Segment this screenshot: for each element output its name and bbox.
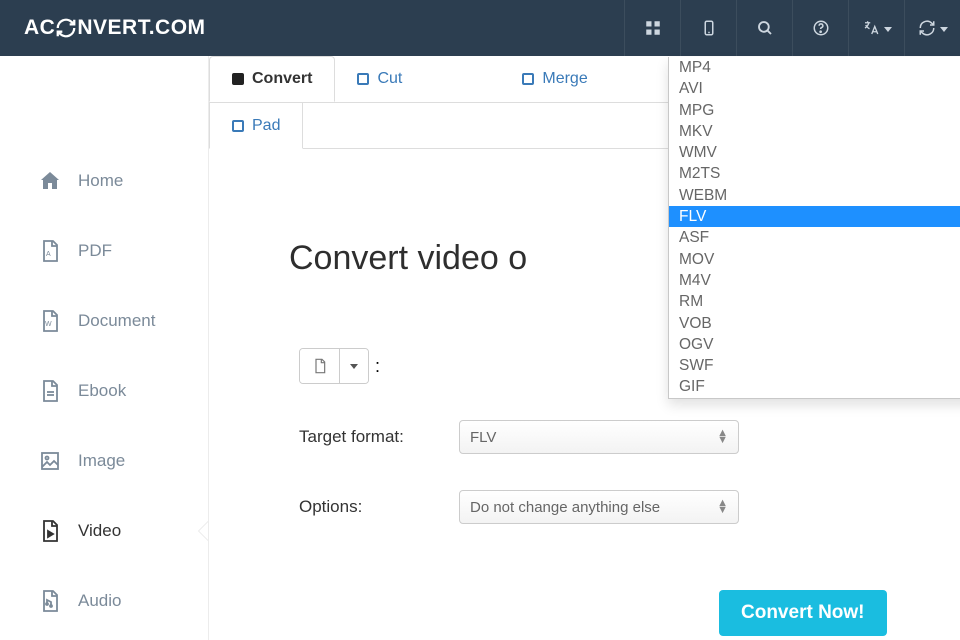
grid-icon[interactable] xyxy=(624,0,680,56)
sidebar-item-document[interactable]: W Document xyxy=(0,286,208,356)
format-option-mov[interactable]: MOV xyxy=(669,249,960,270)
options-row: Options: Do not change anything else ▲▼ xyxy=(299,490,920,524)
tab-pad[interactable]: Pad xyxy=(209,103,303,149)
sidebar-item-label: Home xyxy=(78,171,123,191)
svg-text:A: A xyxy=(46,251,51,258)
main-panel: Convert Cut Merge Rotate Crop Pad Conver… xyxy=(208,56,960,640)
square-icon xyxy=(232,120,244,132)
target-format-value: FLV xyxy=(470,429,496,446)
brand-suffix: NVERT.COM xyxy=(77,16,205,39)
sidebar-item-ebook[interactable]: Ebook xyxy=(0,356,208,426)
home-icon xyxy=(38,169,62,193)
tab-merge[interactable]: Merge xyxy=(500,56,609,102)
target-format-dropdown-list[interactable]: MP4AVIMPGMKVWMVM2TSWEBMFLVASFMOVM4VRMVOB… xyxy=(668,57,960,399)
tab-label: Merge xyxy=(542,70,587,88)
brand-prefix: AC xyxy=(24,16,55,39)
sidebar-item-label: PDF xyxy=(78,241,112,261)
target-format-label: Target format: xyxy=(299,427,459,447)
sidebar-item-label: Audio xyxy=(78,591,121,611)
format-option-rm[interactable]: RM xyxy=(669,291,960,312)
tab-label: Pad xyxy=(252,117,280,135)
video-icon xyxy=(38,519,62,543)
square-icon xyxy=(232,73,244,85)
options-value: Do not change anything else xyxy=(470,499,660,516)
sidebar-item-label: Video xyxy=(78,521,121,541)
doc-icon: W xyxy=(38,309,62,333)
format-option-wmv[interactable]: WMV xyxy=(669,142,960,163)
file-picker-group[interactable] xyxy=(299,348,369,384)
tab-convert[interactable]: Convert xyxy=(209,56,335,102)
convert-now-button[interactable]: Convert Now! xyxy=(719,590,887,636)
format-option-mpg[interactable]: MPG xyxy=(669,100,960,121)
format-option-flv[interactable]: FLV xyxy=(669,206,960,227)
format-option-avi[interactable]: AVI xyxy=(669,78,960,99)
format-option-mp4[interactable]: MP4 xyxy=(669,57,960,78)
target-format-row: Target format: FLV ▲▼ xyxy=(299,420,920,454)
tab-label: Cut xyxy=(377,70,402,88)
sidebar-item-label: Image xyxy=(78,451,125,471)
format-option-webm[interactable]: WEBM xyxy=(669,185,960,206)
tab-label: Convert xyxy=(252,70,312,88)
pdf-icon: A xyxy=(38,239,62,263)
sidebar-item-audio[interactable]: Audio xyxy=(0,566,208,636)
mobile-icon[interactable] xyxy=(680,0,736,56)
format-option-gif[interactable]: GIF xyxy=(669,376,960,397)
sidebar-item-home[interactable]: Home xyxy=(0,146,208,216)
file-source-dropdown-toggle[interactable] xyxy=(340,349,368,383)
format-option-mkv[interactable]: MKV xyxy=(669,121,960,142)
colon-text: : xyxy=(375,356,380,377)
audio-icon xyxy=(38,589,62,613)
target-format-select[interactable]: FLV ▲▼ xyxy=(459,420,739,454)
square-icon xyxy=(357,73,369,85)
file-icon[interactable] xyxy=(300,349,340,383)
format-option-m4v[interactable]: M4V xyxy=(669,270,960,291)
sidebar-item-pdf[interactable]: A PDF xyxy=(0,216,208,286)
image-icon xyxy=(38,449,62,473)
format-option-m2ts[interactable]: M2TS xyxy=(669,163,960,184)
format-option-swf[interactable]: SWF xyxy=(669,355,960,376)
ebook-icon xyxy=(38,379,62,403)
sidebar-item-label: Ebook xyxy=(78,381,126,401)
square-icon xyxy=(522,73,534,85)
format-option-vob[interactable]: VOB xyxy=(669,313,960,334)
sidebar-item-image[interactable]: Image xyxy=(0,426,208,496)
help-icon[interactable] xyxy=(792,0,848,56)
format-option-asf[interactable]: ASF xyxy=(669,227,960,248)
refresh-icon[interactable] xyxy=(904,0,960,56)
options-select[interactable]: Do not change anything else ▲▼ xyxy=(459,490,739,524)
updown-icon: ▲▼ xyxy=(717,500,728,514)
sidebar-item-video[interactable]: Video xyxy=(0,496,208,566)
brand-logo[interactable]: AC NVERT.COM xyxy=(0,16,206,40)
search-icon[interactable] xyxy=(736,0,792,56)
top-header: AC NVERT.COM xyxy=(0,0,960,56)
svg-text:W: W xyxy=(45,321,52,328)
translate-icon[interactable] xyxy=(848,0,904,56)
tab-cut[interactable]: Cut xyxy=(335,56,424,102)
sidebar: Home A PDF W Document Ebook Image Video … xyxy=(0,56,208,640)
refresh-icon xyxy=(55,17,77,39)
updown-icon: ▲▼ xyxy=(717,430,728,444)
options-label: Options: xyxy=(299,497,459,517)
sidebar-item-label: Document xyxy=(78,311,155,331)
format-option-ogv[interactable]: OGV xyxy=(669,334,960,355)
